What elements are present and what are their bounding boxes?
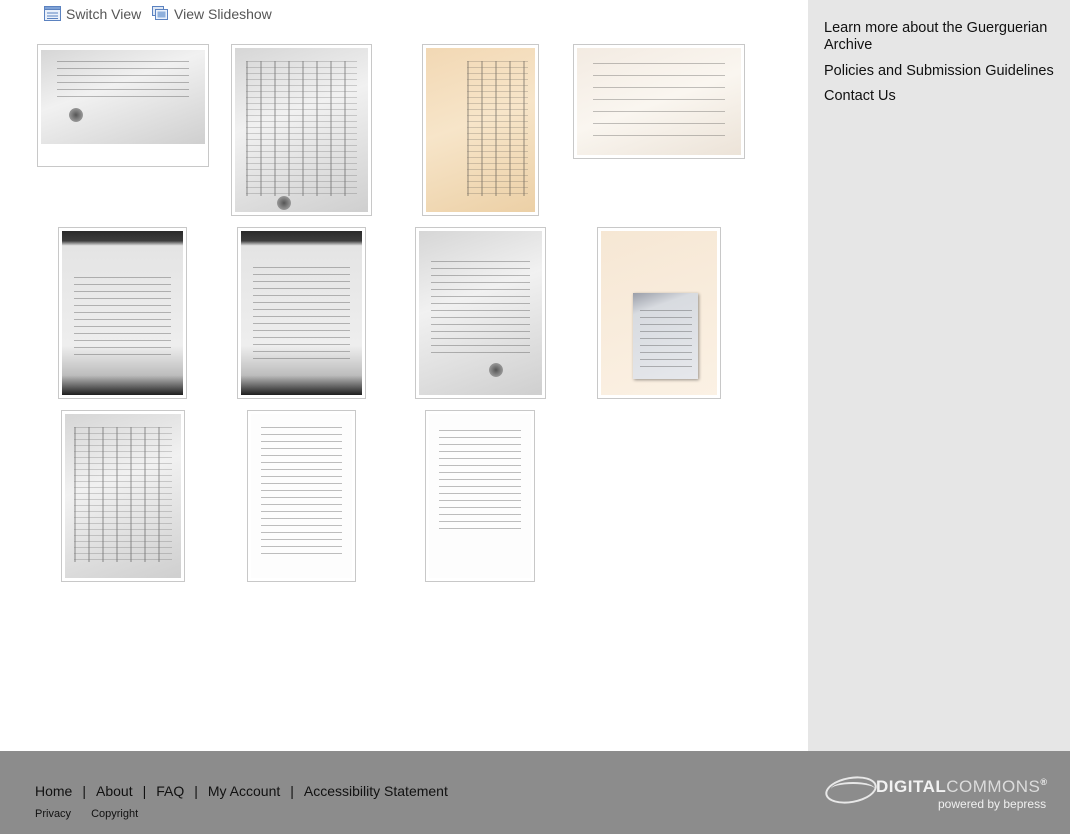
slideshow-icon xyxy=(152,6,168,20)
document-scan-image xyxy=(426,48,535,212)
view-slideshow-label: View Slideshow xyxy=(174,6,272,22)
document-thumbnail[interactable] xyxy=(573,44,745,159)
footer-link-about[interactable]: About xyxy=(96,783,133,799)
footer-separator: | xyxy=(194,783,198,799)
footer-separator: | xyxy=(82,783,86,799)
document-scan-image xyxy=(601,231,717,395)
document-thumbnail[interactable] xyxy=(37,44,209,167)
document-scan-image xyxy=(62,231,183,395)
footer-link-copyright[interactable]: Copyright xyxy=(91,808,138,820)
document-scan-image xyxy=(235,48,368,212)
digital-commons-logo[interactable]: DIGITALCOMMONS® powered by bepress xyxy=(823,772,1055,813)
document-scan-image xyxy=(429,414,531,578)
switch-view-link[interactable]: Switch View xyxy=(44,4,142,24)
document-scan-image xyxy=(65,414,181,578)
document-thumbnail[interactable] xyxy=(58,227,187,399)
document-thumbnail[interactable] xyxy=(61,410,185,582)
footer-link-accessibility[interactable]: Accessibility Statement xyxy=(304,783,448,799)
document-scan-image xyxy=(251,414,352,578)
footer-link-my-account[interactable]: My Account xyxy=(208,783,280,799)
document-thumbnail[interactable] xyxy=(415,227,546,399)
brand-name: DIGITALCOMMONS® xyxy=(876,777,1048,796)
footer-link-privacy[interactable]: Privacy xyxy=(35,808,71,820)
footer-separator: | xyxy=(142,783,147,799)
footer-separator: | xyxy=(290,783,294,799)
document-thumbnail[interactable] xyxy=(237,227,366,399)
document-thumbnail[interactable] xyxy=(247,410,356,582)
footer: Home | About | FAQ | My Account | Accessibility … xyxy=(0,751,1070,834)
document-scan-image xyxy=(241,231,362,395)
sidebar-link-contact[interactable]: Contact Us xyxy=(824,88,1060,105)
document-thumbnail[interactable] xyxy=(231,44,372,216)
footer-link-faq[interactable]: FAQ xyxy=(156,783,184,799)
document-thumbnail[interactable] xyxy=(425,410,535,582)
footer-nav: Home | About | FAQ | My Account | Accessibility … xyxy=(35,783,448,799)
document-scan-image xyxy=(577,48,741,155)
document-scan-image xyxy=(419,231,542,395)
sidebar: Learn more about the Guerguerian Archive… xyxy=(808,0,1070,751)
footer-link-home[interactable]: Home xyxy=(35,783,72,799)
switch-view-label: Switch View xyxy=(66,6,142,22)
footer-subnav: Privacy Copyright xyxy=(35,808,158,820)
document-thumbnail[interactable] xyxy=(597,227,721,399)
document-scan-image xyxy=(41,50,205,144)
main-content: Switch View View Slideshow xyxy=(0,0,808,751)
document-thumbnail[interactable] xyxy=(422,44,539,216)
list-view-icon xyxy=(44,6,61,21)
brand-tagline: powered by bepress xyxy=(938,797,1047,811)
sidebar-link-archive[interactable]: Learn more about the Guerguerian Archive xyxy=(824,20,1060,54)
view-slideshow-link[interactable]: View Slideshow xyxy=(152,4,276,24)
sidebar-link-policies[interactable]: Policies and Submission Guidelines xyxy=(824,63,1060,80)
